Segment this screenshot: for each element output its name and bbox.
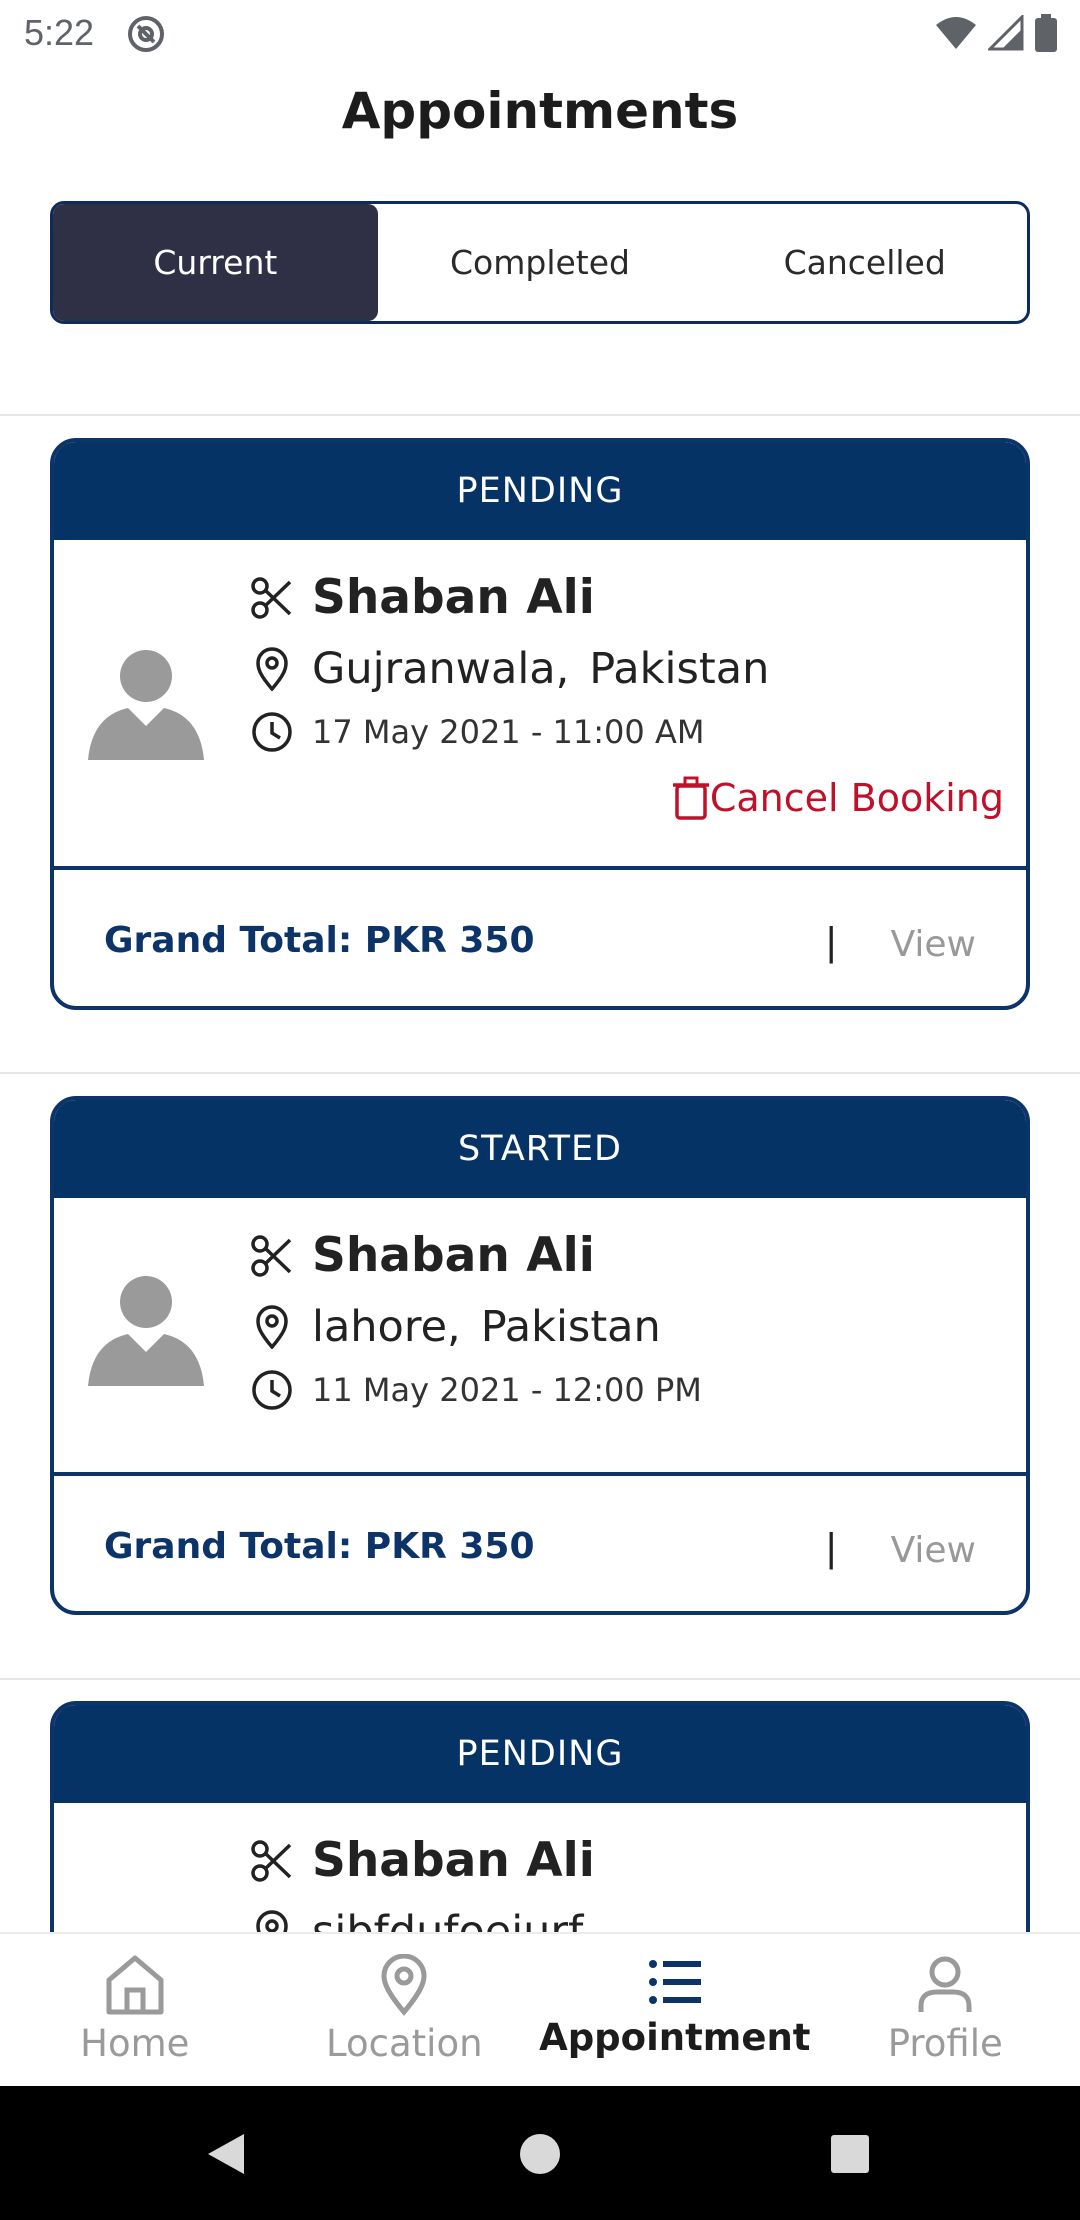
datetime-row: 11 May 2021 - 12:00 PM	[250, 1368, 702, 1412]
clock-icon	[252, 1370, 292, 1410]
nav-home-label: Home	[80, 2022, 190, 2065]
status-time: 5:22	[24, 12, 95, 53]
nav-profile[interactable]: Profile	[810, 1934, 1080, 2086]
footer-separator: |	[826, 1526, 837, 1570]
status-badge: STARTED	[54, 1100, 1026, 1198]
wifi-icon	[936, 17, 976, 49]
barber-name-row: Shaban Ali	[250, 570, 595, 625]
cancel-booking-label: Cancel Booking	[709, 776, 1004, 820]
location-row: Gujranwala, Pakistan	[250, 644, 769, 694]
home-circle-icon[interactable]	[518, 2132, 562, 2176]
person-icon	[918, 1956, 972, 2012]
appointment-datetime: 17 May 2021 - 11:00 AM	[312, 713, 705, 751]
barber-name-row: Shaban Ali	[250, 1833, 595, 1888]
system-navigation-bar	[0, 2086, 1080, 2220]
view-button[interactable]: View	[891, 1530, 976, 1571]
location-city: Gujranwala,	[312, 644, 570, 694]
divider	[0, 1072, 1080, 1074]
clock-icon	[252, 712, 292, 752]
tab-current[interactable]: Current	[53, 204, 378, 321]
trash-icon	[672, 776, 709, 820]
bottom-navigation: Home Location Appointment Profile	[0, 1932, 1080, 2086]
scissors-icon	[251, 576, 292, 619]
home-icon	[106, 1955, 164, 2015]
view-button[interactable]: View	[891, 924, 976, 965]
nav-location-label: Location	[326, 2022, 483, 2065]
divider	[0, 414, 1080, 416]
status-badge: PENDING	[54, 442, 1026, 540]
list-icon	[648, 1960, 701, 2004]
location-pin-icon	[256, 647, 288, 691]
scissors-icon	[251, 1839, 292, 1882]
page-title: Appointments	[341, 82, 739, 140]
tab-cancelled[interactable]: Cancelled	[702, 204, 1027, 321]
nav-home[interactable]: Home	[0, 1934, 270, 2086]
barber-name: Shaban Ali	[312, 570, 595, 625]
tab-completed[interactable]: Completed	[378, 204, 703, 321]
datetime-row: 17 May 2021 - 11:00 AM	[250, 710, 704, 754]
divider	[0, 1678, 1080, 1680]
nav-appointment-label: Appointment	[539, 2016, 811, 2059]
appointment-status-tabs: Current Completed Cancelled	[50, 201, 1030, 324]
barber-name: Shaban Ali	[312, 1228, 595, 1283]
location-city: lahore,	[312, 1302, 461, 1352]
nav-appointment[interactable]: Appointment	[539, 1934, 810, 2086]
location-country: Pakistan	[589, 644, 770, 694]
status-bar: 5:22	[0, 0, 1080, 66]
location-country: Pakistan	[480, 1302, 661, 1352]
appointment-card[interactable]: PENDING Shaban Ali Gujranwala, Pakistan	[50, 438, 1030, 1010]
nav-location[interactable]: Location	[270, 1934, 540, 2086]
appointment-card[interactable]: STARTED Shaban Ali lahore, Pakistan 11 M…	[50, 1096, 1030, 1615]
location-pin-icon	[256, 1305, 288, 1349]
card-footer: Grand Total: PKR 350 | View	[54, 870, 1026, 1004]
barber-name-row: Shaban Ali	[250, 1228, 595, 1283]
footer-separator: |	[826, 920, 837, 964]
barber-name: Shaban Ali	[312, 1833, 595, 1888]
signal-icon	[988, 15, 1024, 51]
avatar	[88, 1276, 204, 1386]
nav-profile-label: Profile	[887, 2022, 1003, 2065]
location-icon	[381, 1954, 427, 2016]
battery-icon	[1035, 14, 1057, 52]
avatar	[88, 650, 204, 760]
cancel-booking-button[interactable]: Cancel Booking	[672, 776, 1004, 820]
grand-total: Grand Total: PKR 350	[104, 1526, 535, 1567]
card-footer: Grand Total: PKR 350 | View	[54, 1476, 1026, 1610]
back-icon[interactable]	[204, 2132, 248, 2176]
grand-total: Grand Total: PKR 350	[104, 920, 535, 961]
appointment-datetime: 11 May 2021 - 12:00 PM	[312, 1371, 702, 1409]
location-row: lahore, Pakistan	[250, 1302, 661, 1352]
at-sign-icon	[128, 16, 164, 52]
status-badge: PENDING	[54, 1705, 1026, 1803]
scissors-icon	[251, 1234, 292, 1277]
recents-icon[interactable]	[828, 2132, 872, 2176]
